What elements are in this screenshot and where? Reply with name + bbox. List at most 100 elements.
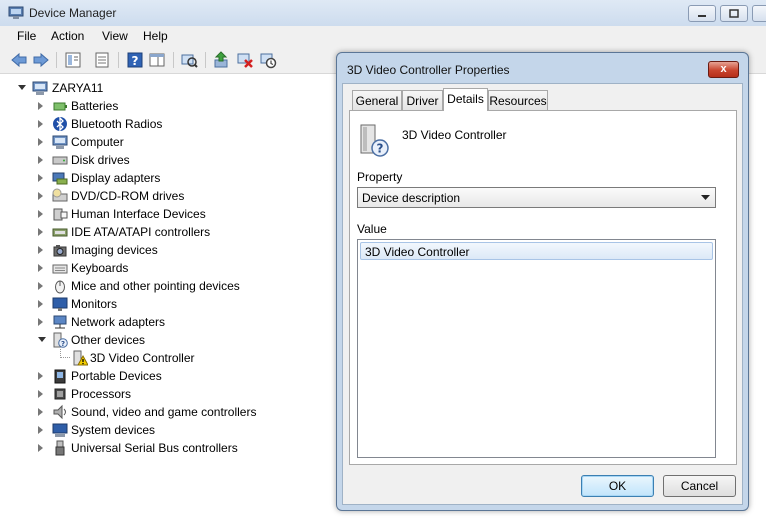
tree-item-label: Human Interface Devices (71, 207, 206, 221)
uninstall-device-icon[interactable] (236, 51, 254, 69)
tab-driver[interactable]: Driver (402, 90, 443, 111)
tree-item[interactable]: Imaging devices (0, 241, 330, 259)
show-hide-tree-icon[interactable] (64, 51, 82, 69)
unknown-device-icon: ? (53, 332, 68, 348)
tree-item[interactable]: Computer (0, 133, 330, 151)
tree-item[interactable]: Batteries (0, 97, 330, 115)
dvd-drive-icon (52, 188, 68, 202)
dialog-title: 3D Video Controller Properties (347, 63, 510, 77)
tree-item-label: Network adapters (71, 315, 166, 329)
battery-icon (53, 102, 67, 111)
tree-item-label: Batteries (71, 99, 119, 113)
tree-item[interactable]: Universal Serial Bus controllers (0, 439, 330, 457)
tree-item[interactable]: Portable Devices (0, 367, 330, 385)
minimize-icon (698, 15, 706, 17)
tree-item[interactable]: Human Interface Devices (0, 205, 330, 223)
camera-icon (53, 245, 67, 257)
tree-item[interactable]: IDE ATA/ATAPI controllers (0, 223, 330, 241)
expand-arrow-icon[interactable] (38, 390, 43, 398)
computer-icon (52, 135, 68, 149)
collapse-arrow-icon[interactable] (18, 85, 26, 90)
menu-view[interactable]: View (102, 29, 128, 43)
ok-button[interactable]: OK (581, 475, 654, 497)
list-item[interactable]: 3D Video Controller (360, 242, 713, 260)
collapse-arrow-icon[interactable] (38, 337, 46, 342)
properties-icon[interactable] (93, 51, 111, 69)
property-select[interactable]: Device description (357, 187, 716, 208)
tree-item-label: Monitors (71, 297, 118, 311)
tree-item-label: Sound, video and game controllers (71, 405, 257, 419)
expand-arrow-icon[interactable] (38, 246, 43, 254)
tree-item[interactable]: Mice and other pointing devices (0, 277, 330, 295)
usb-icon (55, 440, 65, 456)
minimize-button[interactable] (688, 5, 716, 22)
maximize-button[interactable] (720, 5, 748, 22)
expand-arrow-icon[interactable] (38, 408, 43, 416)
window-title: Device Manager (29, 6, 117, 20)
dialog-close-button[interactable]: x (708, 61, 739, 78)
device-manager-icon (8, 6, 24, 19)
tree-item-label: System devices (71, 423, 156, 437)
forward-arrow-icon[interactable] (32, 51, 50, 69)
chevron-down-icon (701, 195, 710, 200)
value-list[interactable]: 3D Video Controller (357, 239, 716, 458)
property-label: Property (357, 170, 403, 184)
tree-item[interactable]: 3D Video Controller (0, 349, 330, 367)
tab-resources[interactable]: Resources (488, 90, 548, 111)
expand-arrow-icon[interactable] (38, 156, 43, 164)
expand-arrow-icon[interactable] (38, 300, 43, 308)
expand-arrow-icon[interactable] (38, 120, 43, 128)
tree-root[interactable]: ZARYA11 (0, 79, 200, 97)
expand-arrow-icon[interactable] (38, 138, 43, 146)
monitor-icon (52, 297, 68, 311)
unknown-device-icon: ? (360, 124, 389, 157)
tree-item[interactable]: System devices (0, 421, 330, 439)
system-device-icon (52, 423, 68, 437)
expand-arrow-icon[interactable] (38, 192, 43, 200)
cancel-button[interactable]: Cancel (663, 475, 736, 497)
tree-item[interactable]: Processors (0, 385, 330, 403)
expand-arrow-icon[interactable] (38, 372, 43, 380)
tree-item[interactable]: Display adapters (0, 169, 330, 187)
tree-item[interactable]: Disk drives (0, 151, 330, 169)
menu-bar: File Action View Help (0, 26, 766, 47)
tree-item[interactable]: DVD/CD-ROM drives (0, 187, 330, 205)
expand-arrow-icon[interactable] (38, 318, 43, 326)
expand-arrow-icon[interactable] (38, 174, 43, 182)
device-name: 3D Video Controller (402, 128, 507, 142)
mouse-icon (55, 280, 65, 294)
tree-item[interactable]: Sound, video and game controllers (0, 403, 330, 421)
menu-action[interactable]: Action (51, 29, 84, 43)
tree-item-label: 3D Video Controller (90, 351, 195, 365)
action-pane-icon[interactable] (148, 51, 166, 69)
tab-details[interactable]: Details (443, 88, 488, 111)
speaker-icon (53, 404, 66, 420)
tree-item[interactable]: Monitors (0, 295, 330, 313)
tree-item[interactable]: Keyboards (0, 259, 330, 277)
close-window-button[interactable] (752, 5, 766, 22)
network-adapter-icon (53, 315, 67, 329)
update-driver-icon[interactable] (212, 51, 230, 69)
help-icon[interactable]: ? (126, 51, 144, 69)
expand-arrow-icon[interactable] (38, 210, 43, 218)
menu-help[interactable]: Help (143, 29, 168, 43)
expand-arrow-icon[interactable] (38, 444, 43, 452)
warning-device-icon (73, 350, 88, 366)
back-arrow-icon[interactable] (10, 51, 28, 69)
tab-general[interactable]: General (352, 90, 402, 111)
tree-item-label: Computer (71, 135, 124, 149)
expand-arrow-icon[interactable] (38, 282, 43, 290)
toolbar-separator (56, 52, 57, 68)
expand-arrow-icon[interactable] (38, 264, 43, 272)
scan-hardware-icon[interactable] (180, 51, 198, 69)
tree-item[interactable]: Network adapters (0, 313, 330, 331)
tree-item[interactable]: ? Other devices (0, 331, 330, 349)
maximize-icon (729, 9, 739, 18)
tree-item[interactable]: Bluetooth Radios (0, 115, 330, 133)
disable-device-icon[interactable] (259, 51, 277, 69)
expand-arrow-icon[interactable] (38, 426, 43, 434)
menu-file[interactable]: File (17, 29, 36, 43)
expand-arrow-icon[interactable] (38, 102, 43, 110)
expand-arrow-icon[interactable] (38, 228, 43, 236)
value-item-text: 3D Video Controller (365, 245, 470, 259)
